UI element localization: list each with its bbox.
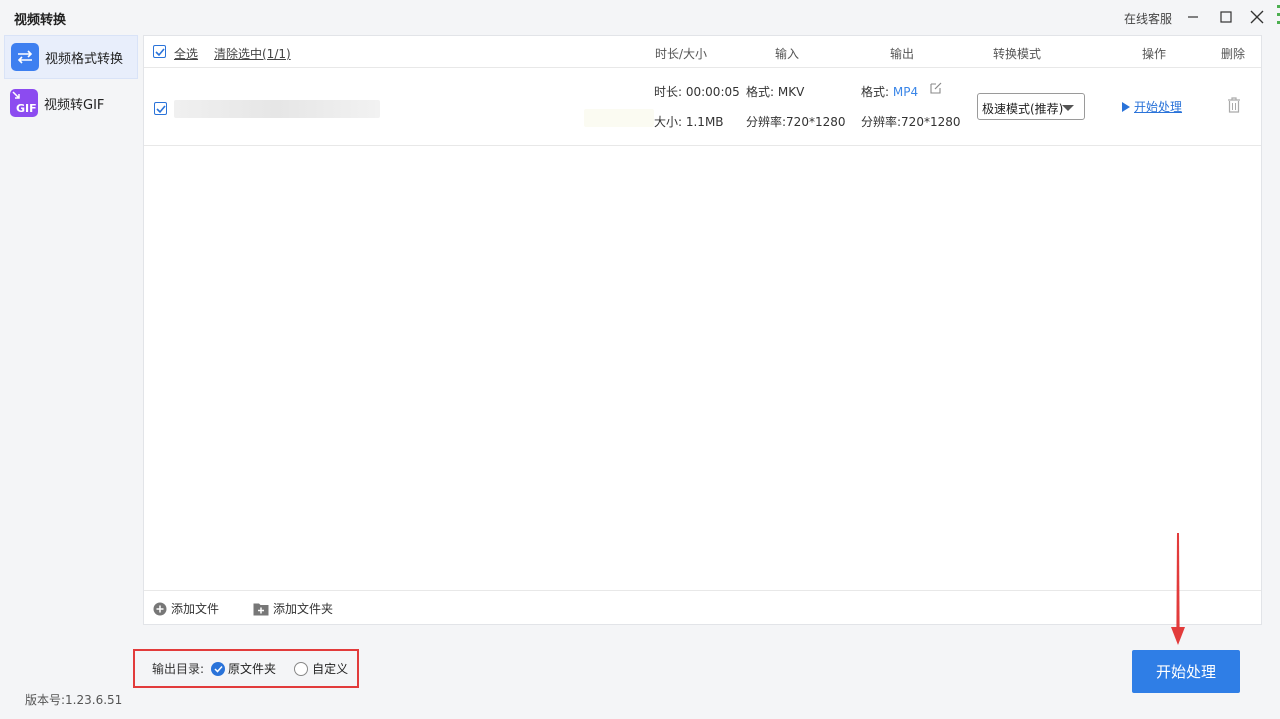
minimize-icon (1188, 16, 1198, 18)
select-all-checkbox[interactable] (153, 45, 166, 58)
check-icon (154, 47, 165, 56)
title-bar: 视频转换 在线客服 (0, 0, 1280, 36)
maximize-icon (1220, 11, 1232, 23)
swap-arrows-icon (11, 43, 39, 71)
select-all-link[interactable]: 全选 (174, 45, 198, 62)
version-label: 版本号:1.23.6.51 (25, 693, 123, 707)
radio-custom-folder[interactable]: 自定义 (294, 660, 348, 677)
output-directory-group: 输出目录: 原文件夹 自定义 (133, 649, 359, 688)
column-output: 输出 (890, 47, 915, 61)
file-list-panel: 全选 清除选中(1/1) 时长/大小 输入 输出 转换模式 操作 删除 时长: … (143, 35, 1262, 625)
gif-icon-text: GIF (16, 102, 37, 115)
output-format: 格式: MP4 (861, 85, 919, 99)
sidebar: 视频格式转换 GIF 视频转GIF (4, 35, 138, 127)
sidebar-item-label: 视频转GIF (44, 97, 105, 113)
add-folder-icon (253, 603, 269, 615)
add-folder-label: 添加文件夹 (273, 602, 334, 616)
file-name-blurred (174, 100, 380, 118)
radio-original-folder-label: 原文件夹 (228, 662, 277, 676)
radio-checked-icon (211, 661, 226, 676)
chevron-down-icon (1062, 105, 1074, 111)
start-process-button[interactable]: 开始处理 (1132, 650, 1240, 693)
delete-row-icon[interactable] (1227, 97, 1241, 116)
column-input: 输入 (775, 47, 800, 61)
radio-unchecked-icon (294, 661, 309, 676)
conversion-mode-value: 极速模式(推荐) (982, 102, 1064, 116)
row-start-process-link[interactable]: 开始处理 (1122, 98, 1182, 115)
size-value: 大小: 1.1MB (654, 115, 724, 129)
radio-custom-folder-label: 自定义 (312, 662, 349, 676)
table-header: 全选 清除选中(1/1) 时长/大小 输入 输出 转换模式 操作 删除 (144, 36, 1261, 68)
add-folder-button[interactable]: 添加文件夹 (253, 600, 333, 617)
clear-selected-link[interactable]: 清除选中(1/1) (214, 45, 291, 62)
duration-value: 时长: 00:00:05 (654, 85, 740, 99)
radio-original-folder[interactable]: 原文件夹 (211, 660, 276, 677)
row-checkbox[interactable] (154, 102, 167, 115)
annotation-arrow-icon (1171, 533, 1185, 645)
conversion-mode-select[interactable]: 极速模式(推荐) (977, 93, 1085, 120)
check-icon (155, 104, 166, 113)
gif-icon: GIF (10, 89, 38, 117)
minimize-button[interactable] (1181, 6, 1205, 28)
sidebar-item-label: 视频格式转换 (45, 51, 124, 67)
close-icon (1250, 10, 1264, 24)
add-file-button[interactable]: 添加文件 (153, 600, 219, 617)
play-icon (1122, 101, 1130, 112)
add-circle-icon (153, 602, 167, 615)
add-file-label: 添加文件 (171, 602, 220, 616)
file-name-blurred-tail (584, 109, 654, 127)
sidebar-item-video-format-convert[interactable]: 视频格式转换 (4, 35, 138, 79)
file-list-footer: 添加文件 添加文件夹 (144, 590, 1261, 624)
row-start-process-label: 开始处理 (1134, 100, 1183, 114)
app-title: 视频转换 (14, 13, 67, 28)
edit-icon[interactable] (929, 81, 943, 98)
sidebar-item-video-to-gif[interactable]: GIF 视频转GIF (4, 81, 138, 125)
input-format: 格式: MKV (746, 85, 805, 99)
table-row: 时长: 00:00:05 大小: 1.1MB 格式: MKV 分辨率:720*1… (144, 69, 1261, 146)
output-resolution: 分辨率:720*1280 (861, 115, 961, 129)
online-service-link[interactable]: 在线客服 (1124, 10, 1172, 27)
input-resolution: 分辨率:720*1280 (746, 115, 846, 129)
column-delete: 删除 (1221, 47, 1246, 61)
maximize-button[interactable] (1214, 6, 1238, 28)
column-duration-size: 时长/大小 (655, 47, 708, 61)
close-button[interactable] (1245, 6, 1269, 28)
output-format-value[interactable]: MP4 (893, 85, 918, 99)
column-action: 操作 (1142, 47, 1167, 61)
output-directory-label: 输出目录: (152, 662, 205, 676)
column-mode: 转换模式 (993, 47, 1042, 61)
